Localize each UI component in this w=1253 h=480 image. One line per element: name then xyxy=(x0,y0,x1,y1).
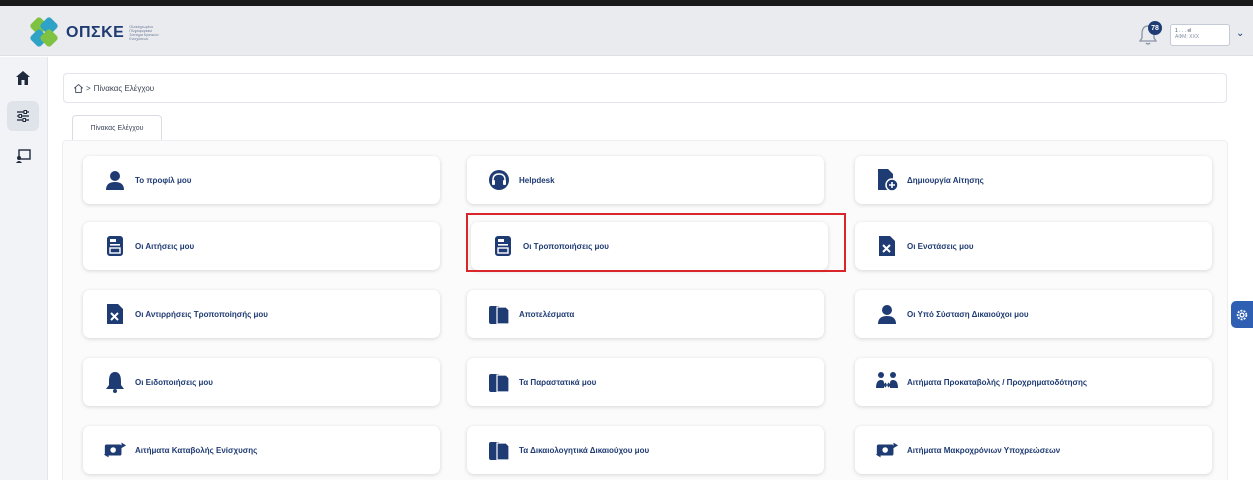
file-x-icon xyxy=(103,302,127,326)
card-helpdesk[interactable]: Helpdesk xyxy=(467,156,824,204)
sliders-icon xyxy=(17,110,29,122)
breadcrumb-separator: > xyxy=(86,83,91,93)
card-label: Οι Ενστάσεις μου xyxy=(907,241,974,251)
card-create-application[interactable]: Δημιουργία Αίτησης xyxy=(855,156,1212,204)
clipboard-icon xyxy=(487,438,511,462)
breadcrumb: > Πίνακας Ελέγχου xyxy=(63,73,1227,103)
tab-dashboard[interactable]: Πίνακας Ελέγχου xyxy=(72,115,162,141)
card-label: Δημιουργία Αίτησης xyxy=(907,175,984,185)
document-icon xyxy=(103,234,127,258)
card-advance-payment-requests[interactable]: Αιτήματα Προκαταβολής / Προχρηματοδότηση… xyxy=(855,358,1212,406)
card-label: Οι Αντιρρήσεις Τροποποίησής μου xyxy=(135,309,268,319)
home-icon[interactable] xyxy=(74,83,83,93)
sidebar-item-home[interactable] xyxy=(7,63,39,93)
money-transfer-icon xyxy=(103,438,127,462)
brand-subtitle: Ολοκληρωμένο Πληροφοριακό Σύστημα Κρατικ… xyxy=(129,25,159,41)
card-label: Τα Δικαιολογητικά Δικαιούχου μου xyxy=(519,445,650,455)
brand-name: ΟΠΣΚΕ xyxy=(66,24,125,41)
bell-icon xyxy=(103,370,127,394)
brand-logo[interactable]: ΟΠΣΚΕ Ολοκληρωμένο Πληροφοριακό Σύστημα … xyxy=(29,16,163,48)
exchange-icon xyxy=(875,370,899,394)
card-label: Οι Ειδοποιήσεις μου xyxy=(135,377,213,387)
card-my-invoices[interactable]: Τα Παραστατικά μου xyxy=(467,358,824,406)
person-icon xyxy=(103,168,127,192)
user-menu[interactable]: 1 . . . el ΑΦΜ: ΧΧΧ xyxy=(1170,24,1230,46)
file-x-icon xyxy=(875,234,899,258)
top-bar: ΟΠΣΚΕ Ολοκληρωμένο Πληροφοριακό Σύστημα … xyxy=(0,6,1253,56)
card-label: Το προφίλ μου xyxy=(135,175,192,185)
settings-side-tab[interactable] xyxy=(1231,301,1253,328)
user-line-2: ΑΦΜ: ΧΧΧ xyxy=(1175,34,1200,40)
notification-count-badge: 78 xyxy=(1148,21,1162,35)
card-label: Οι Αιτήσεις μου xyxy=(135,241,195,251)
chevron-down-icon[interactable]: ⌄ xyxy=(1236,28,1244,39)
sidebar-item-presentations[interactable] xyxy=(7,141,39,171)
card-label: Αιτήματα Καταβολής Ενίσχυσης xyxy=(135,445,258,455)
card-label: Αποτελέσματα xyxy=(519,309,575,319)
card-label: Οι Υπό Σύσταση Δικαιούχοι μου xyxy=(907,309,1029,319)
selection-highlight xyxy=(466,213,846,272)
gear-icon xyxy=(1236,309,1248,320)
presentation-icon xyxy=(16,149,31,163)
home-icon xyxy=(16,71,30,85)
person-icon xyxy=(875,302,899,326)
card-beneficiary-documents[interactable]: Τα Δικαιολογητικά Δικαιούχου μου xyxy=(467,426,824,474)
card-long-term-obligation-requests[interactable]: Αιτήματα Μακροχρόνιων Υποχρεώσεων xyxy=(855,426,1212,474)
card-my-modification-objections[interactable]: Οι Αντιρρήσεις Τροποποίησής μου xyxy=(83,290,440,338)
card-label: Τα Παραστατικά μου xyxy=(519,377,597,387)
card-label: Helpdesk xyxy=(519,175,555,185)
card-my-profile[interactable]: Το προφίλ μου xyxy=(83,156,440,204)
card-my-objections[interactable]: Οι Ενστάσεις μου xyxy=(855,222,1212,270)
sidebar-item-dashboard[interactable] xyxy=(7,101,39,131)
card-label: Αιτήματα Προκαταβολής / Προχρηματοδότηση… xyxy=(907,377,1087,387)
card-label: Αιτήματα Μακροχρόνιων Υποχρεώσεων xyxy=(907,445,1061,455)
money-transfer-icon xyxy=(875,438,899,462)
card-aid-payment-requests[interactable]: Αιτήματα Καταβολής Ενίσχυσης xyxy=(83,426,440,474)
sidebar xyxy=(0,57,48,480)
breadcrumb-current: Πίνακας Ελέγχου xyxy=(93,83,155,93)
clipboard-icon xyxy=(487,370,511,394)
file-plus-icon xyxy=(875,168,899,192)
card-beneficiaries-under-formation[interactable]: Οι Υπό Σύσταση Δικαιούχοι μου xyxy=(855,290,1212,338)
clipboard-icon xyxy=(487,302,511,326)
card-my-notifications[interactable]: Οι Ειδοποιήσεις μου xyxy=(83,358,440,406)
card-my-applications[interactable]: Οι Αιτήσεις μου xyxy=(83,222,440,270)
logo-mark-icon xyxy=(29,16,64,48)
card-results[interactable]: Αποτελέσματα xyxy=(467,290,824,338)
headset-icon xyxy=(487,168,511,192)
